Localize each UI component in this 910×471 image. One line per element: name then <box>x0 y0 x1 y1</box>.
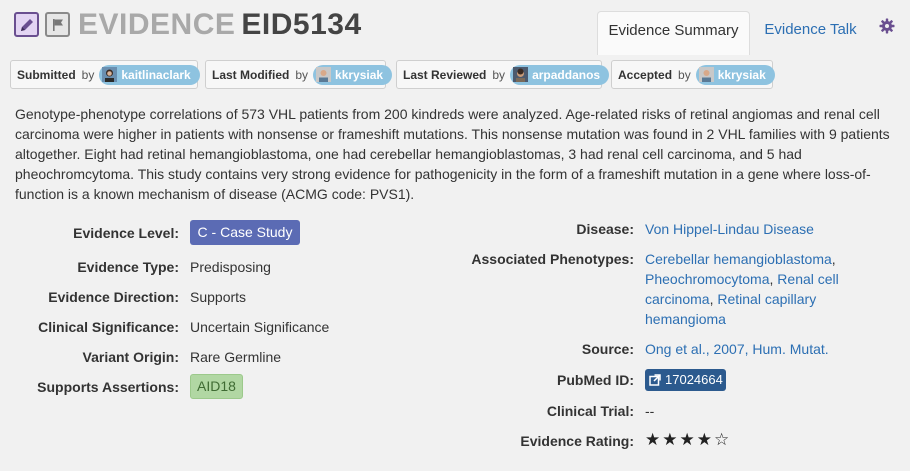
field-label: Associated Phenotypes: <box>471 251 634 267</box>
user-link-kkrysiak[interactable]: kkrysiak <box>313 64 393 85</box>
field-label: Clinical Significance: <box>38 319 179 335</box>
attribution-by: by <box>492 67 506 82</box>
attribution-last-reviewed: Last Reviewed by arpaddanos <box>396 60 610 89</box>
flag-icon <box>52 18 63 31</box>
edit-button[interactable] <box>14 12 39 37</box>
attribution-label: Submitted <box>17 67 76 82</box>
user-avatar <box>513 67 529 82</box>
evidence-rating-stars: ★★★★☆ <box>645 430 732 449</box>
field-label: Evidence Direction: <box>48 289 179 305</box>
phenotype-separator: , <box>769 271 774 287</box>
page-title-prefix: EVIDENCE <box>78 8 236 41</box>
field-label: Evidence Type: <box>77 259 179 275</box>
field-label: Evidence Level: <box>73 225 179 241</box>
field-value: Uncertain Significance <box>190 319 330 335</box>
field-value: -- <box>645 403 655 419</box>
page-title-id: EID5134 <box>241 8 362 41</box>
flag-button[interactable] <box>45 12 70 37</box>
evidence-level-badge[interactable]: C - Case Study <box>190 220 300 245</box>
user-avatar <box>102 67 118 82</box>
disease-link[interactable]: Von Hippel-Lindau Disease <box>645 219 814 239</box>
attribution-label: Last Modified <box>212 67 290 82</box>
username: kkrysiak <box>717 67 766 82</box>
external-link-icon <box>649 374 661 386</box>
phenotype-list: Cerebellar hemangioblastoma, Pheochromoc… <box>645 249 860 329</box>
evidence-header: EVIDENCE EID5134 Evidence Summary Evidenc… <box>0 0 910 55</box>
attribution-label: Last Reviewed <box>403 67 487 82</box>
attribution-submitted: Submitted by kaitlinaclark <box>10 60 200 89</box>
attribution-label: Accepted <box>618 67 673 82</box>
field-label: Evidence Rating: <box>520 433 634 449</box>
field-value: Supports <box>190 289 247 305</box>
attribution-bar: Submitted by kaitlinaclark Last Modified… <box>0 60 910 90</box>
phenotype-link[interactable]: Pheochromocytoma <box>645 271 770 287</box>
tab-evidence-summary[interactable]: Evidence Summary <box>597 11 750 55</box>
settings-button[interactable] <box>879 18 895 39</box>
username: kkrysiak <box>335 67 384 82</box>
field-value: Rare Germline <box>190 349 282 365</box>
evidence-description: Genotype-phenotype correlations of 573 V… <box>15 106 890 202</box>
user-link-kaitlinaclark[interactable]: kaitlinaclark <box>99 64 200 85</box>
source-link[interactable]: Ong et al., 2007, Hum. Mutat. <box>645 339 829 359</box>
phenotype-separator: , <box>709 291 714 307</box>
user-avatar <box>698 67 714 82</box>
field-value: Predisposing <box>190 259 271 275</box>
username: arpaddanos <box>532 67 601 82</box>
assertion-badge[interactable]: AID18 <box>190 374 243 399</box>
page-title: EVIDENCE EID5134 <box>78 7 362 43</box>
attribution-accepted: Accepted by kkrysiak <box>611 60 775 89</box>
tab-evidence-talk[interactable]: Evidence Talk <box>758 11 863 49</box>
pubmed-link[interactable]: 17024664 <box>645 369 726 391</box>
attribution-last-modified: Last Modified by kkrysiak <box>205 60 393 89</box>
user-avatar <box>316 67 332 82</box>
gear-icon <box>879 18 895 34</box>
field-label: Supports Assertions: <box>37 379 179 395</box>
user-link-arpaddanos[interactable]: arpaddanos <box>510 64 610 85</box>
field-label: Source: <box>581 341 634 357</box>
username: kaitlinaclark <box>121 67 191 82</box>
attribution-by: by <box>81 67 95 82</box>
phenotype-separator: , <box>831 251 836 267</box>
field-label: Disease: <box>576 221 634 237</box>
attribution-by: by <box>295 67 309 82</box>
pubmed-id: 17024664 <box>665 372 723 387</box>
pencil-icon <box>20 18 33 31</box>
attribution-by: by <box>678 67 691 82</box>
user-link-kkrysiak[interactable]: kkrysiak <box>695 64 775 85</box>
field-label: PubMed ID: <box>557 372 634 388</box>
phenotype-link[interactable]: Cerebellar hemangioblastoma <box>645 251 832 267</box>
field-label: Variant Origin: <box>82 349 179 365</box>
field-label: Clinical Trial: <box>546 403 634 419</box>
